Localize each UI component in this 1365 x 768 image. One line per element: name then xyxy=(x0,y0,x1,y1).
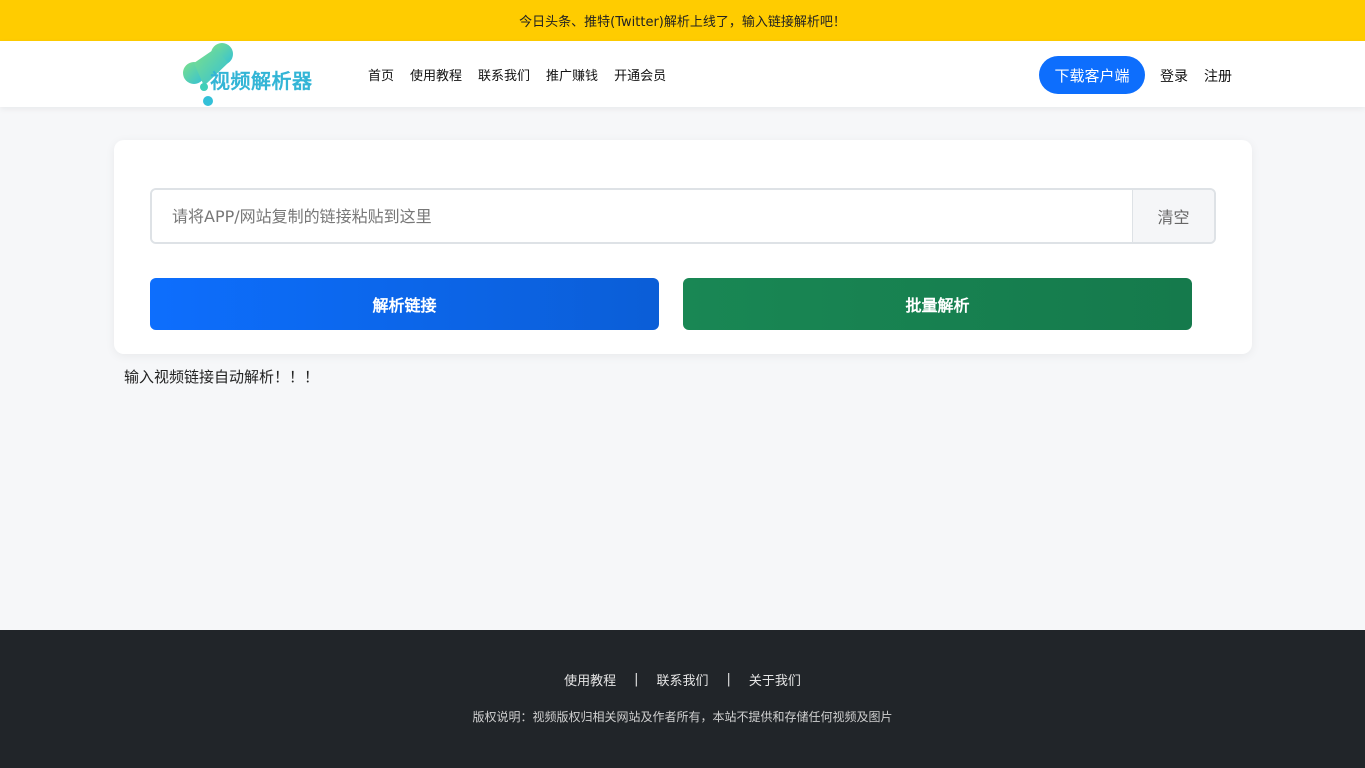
copyright-text: 版权说明：视频版权归相关网站及作者所有，本站不提供和存储任何视频及图片 xyxy=(472,710,893,724)
parse-card: 清空 解析链接 批量解析 xyxy=(114,140,1252,354)
batch-parse-button[interactable]: 批量解析 xyxy=(683,278,1192,330)
nav-item-promote[interactable]: 推广赚钱 xyxy=(546,65,598,84)
hint-text: 输入视频链接自动解析！！！ xyxy=(124,368,320,386)
parse-link-button[interactable]: 解析链接 xyxy=(150,278,659,330)
register-link[interactable]: 注册 xyxy=(1204,66,1232,86)
clear-button[interactable]: 清空 xyxy=(1132,190,1214,242)
footer-link-tutorial[interactable]: 使用教程 xyxy=(564,670,616,689)
nav-item-contact[interactable]: 联系我们 xyxy=(478,65,530,84)
announcement-text: 今日头条、推特(Twitter)解析上线了，输入链接解析吧！ xyxy=(519,15,846,30)
url-input-group: 清空 xyxy=(150,188,1216,244)
main-nav: 首页 使用教程 联系我们 推广赚钱 开通会员 xyxy=(368,41,666,107)
footer-separator: | xyxy=(634,672,639,687)
footer: 使用教程 | 联系我们 | 关于我们 版权说明：视频版权归相关网站及作者所有，本… xyxy=(0,630,1365,768)
footer-link-about[interactable]: 关于我们 xyxy=(749,670,801,689)
nav-item-tutorial[interactable]: 使用教程 xyxy=(410,65,462,84)
site-logo[interactable]: 视频解析器 xyxy=(182,41,332,107)
announcement-bar: 今日头条、推特(Twitter)解析上线了，输入链接解析吧！ xyxy=(0,0,1365,41)
url-input[interactable] xyxy=(152,190,1132,242)
footer-separator: | xyxy=(726,672,731,687)
top-navbar: 视频解析器 首页 使用教程 联系我们 推广赚钱 开通会员 下载客户端 登录 注册 xyxy=(0,41,1365,107)
login-link[interactable]: 登录 xyxy=(1160,66,1188,86)
download-client-button[interactable]: 下载客户端 xyxy=(1039,56,1145,94)
footer-links: 使用教程 | 联系我们 | 关于我们 xyxy=(0,670,1365,689)
footer-link-contact[interactable]: 联系我们 xyxy=(656,670,708,689)
nav-item-home[interactable]: 首页 xyxy=(368,65,394,84)
logo-text: 视频解析器 xyxy=(210,69,313,93)
nav-item-membership[interactable]: 开通会员 xyxy=(614,65,666,84)
